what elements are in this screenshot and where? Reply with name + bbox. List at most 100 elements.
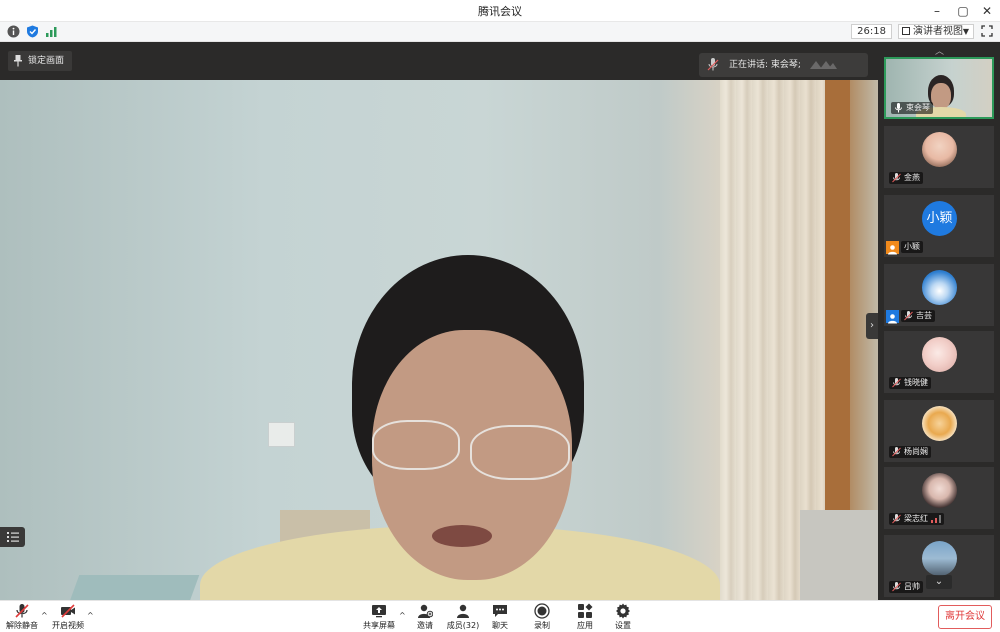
speaker-mouth [432,525,492,547]
gear-icon [616,603,630,619]
view-mode-select[interactable]: 演讲者视图 ▼ [898,24,974,39]
participant-tile-7[interactable]: 梁志红 [884,467,994,529]
weak-signal-icon [931,515,941,523]
cohost-badge-icon [886,310,899,324]
chat-icon [493,605,507,617]
settings-label: 设置 [615,621,631,630]
apps-label: 应用 [577,621,593,630]
participant-name: 吉芸 [916,311,932,320]
record-icon [534,603,550,619]
participant-name: 梁志红 [904,514,928,523]
lock-view-button[interactable]: 锁定画面 [8,51,73,71]
muted-microphone-icon [892,173,901,183]
start-video-label: 开启视频 [52,621,84,630]
chat-button[interactable]: 聊天 [480,603,520,631]
list-icon [7,532,19,542]
watermark-logo-icon [810,61,837,69]
muted-microphone-icon [904,311,913,321]
scroll-up-icon[interactable]: ︿ [935,48,945,57]
list-toggle-button[interactable] [0,527,25,547]
participant-tile-3[interactable]: 小颖 小颖 [884,195,994,257]
apps-icon [578,603,593,618]
cartoon-avatar-icon [922,337,957,372]
info-icon[interactable] [7,25,20,38]
participant-name-tag: 梁志红 [889,513,944,525]
minimize-icon[interactable]: – [928,2,946,20]
glasses-right [470,425,570,480]
speaker-video [0,80,878,614]
baby-photo-avatar-icon [922,132,957,167]
participant-name-tag: 杨尚娴 [889,446,931,458]
speaking-indicator: 正在讲话: 束会琴; [699,53,868,77]
settings-button[interactable]: 设置 [603,603,643,631]
muted-microphone-icon [892,514,901,524]
video-options-chevron-icon[interactable]: ^ [87,611,95,620]
title-bar: 腾讯会议 – ▢ ✕ [0,0,1000,22]
participant-tile-8[interactable]: 吕帅 ⌄ [884,535,994,597]
pin-icon [14,55,22,67]
window-title: 腾讯会议 [478,5,522,18]
participant-name-tag: 吕帅 [889,581,923,593]
members-icon [457,604,469,618]
top-toolbar: 26:18 演讲者视图 ▼ [0,22,1000,42]
apps-button[interactable]: 应用 [565,603,605,631]
participant-tile-2[interactable]: 金燕 [884,126,994,188]
muted-microphone-icon [892,582,901,592]
members-button[interactable]: 成员(32) [442,603,484,631]
invite-user-icon [418,604,433,618]
glasses-left [372,420,460,470]
layout-icon [902,27,910,35]
participant-name: 金燕 [904,173,920,182]
microphone-icon [895,103,902,113]
fullscreen-icon[interactable] [981,25,993,37]
participant-tile-1[interactable]: 束会琴 [884,57,994,119]
main-stage: 锁定画面 正在讲话: 束会琴; [0,42,878,614]
meeting-timer: 26:18 [851,24,892,39]
chat-label: 聊天 [492,621,508,630]
microphone-icon [707,58,719,71]
record-button[interactable]: 录制 [522,603,562,631]
participant-name: 吕帅 [904,582,920,591]
start-video-button[interactable]: 开启视频 [48,603,88,631]
participant-name: 杨尚娴 [904,447,928,456]
window-sill [800,510,878,614]
unmute-button[interactable]: 解除静音 [2,603,42,631]
view-mode-label: 演讲者视图 [913,26,963,37]
record-label: 录制 [534,621,550,630]
share-screen-icon [372,605,386,618]
invite-label: 邀请 [417,621,433,630]
woman-photo-avatar-icon [922,473,957,508]
network-signal-icon[interactable] [45,25,58,38]
participant-name: 束会琴 [906,103,930,112]
sidebar-collapse-button[interactable]: › [866,313,878,339]
speaking-label: 正在讲话: 束会琴; [729,60,801,70]
muted-microphone-icon [892,447,901,457]
scroll-down-icon[interactable]: ⌄ [926,575,952,589]
participant-tile-6[interactable]: 杨尚娴 [884,400,994,462]
lion-avatar-icon [922,406,957,441]
share-screen-label: 共享屏幕 [363,621,395,630]
lock-view-label: 锁定画面 [28,56,65,66]
city-avatar-icon [922,541,957,576]
share-screen-button[interactable]: 共享屏幕 [359,603,399,631]
thumb-face [931,83,951,109]
chevron-down-icon: ▼ [962,27,969,36]
host-badge-icon [886,241,899,255]
security-shield-icon[interactable] [26,25,39,38]
participant-name-tag: 束会琴 [891,102,933,114]
wall-switch [268,422,295,447]
leave-meeting-button[interactable]: 离开会议 [938,605,992,629]
participant-name-tag: 小颖 [901,241,923,253]
close-icon[interactable]: ✕ [978,2,996,20]
sky-avatar-icon [922,270,957,305]
maximize-icon[interactable]: ▢ [954,2,972,20]
participant-tile-5[interactable]: 钱晓健 [884,331,994,393]
text-avatar: 小颖 [922,201,957,236]
muted-microphone-icon [15,604,29,618]
participant-name-tag: 金燕 [889,172,923,184]
members-label: 成员(32) [446,621,480,630]
participant-tile-4[interactable]: 吉芸 [884,264,994,326]
invite-button[interactable]: 邀请 [405,603,445,631]
participant-name: 钱晓健 [904,378,928,387]
participant-name: 小颖 [904,242,920,251]
